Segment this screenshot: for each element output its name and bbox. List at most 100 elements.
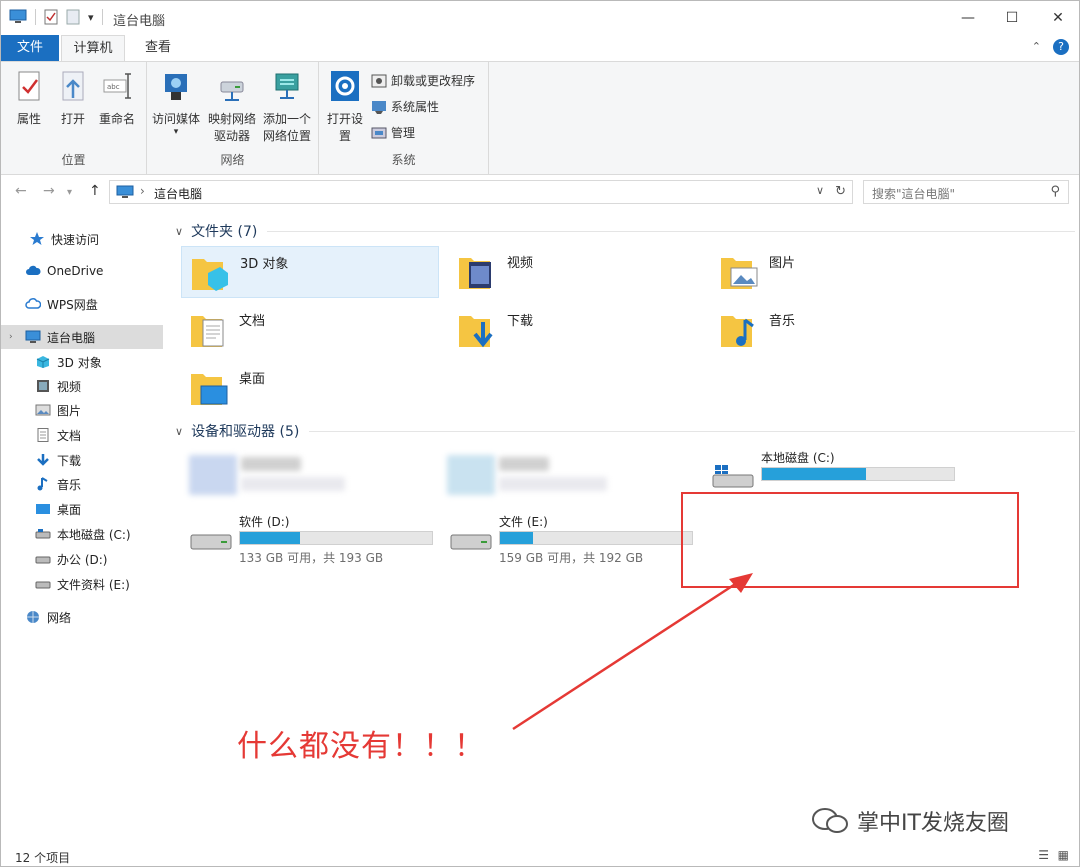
system-drive-icon (712, 465, 754, 488)
collapse-chevron-icon[interactable]: ∨ (175, 425, 183, 438)
folder-music-icon (721, 316, 754, 347)
sidebar-item-label: 3D 对象 (57, 355, 102, 370)
star-icon (30, 232, 44, 245)
access-media-button[interactable]: 访问媒体 ▾ (149, 70, 203, 137)
search-placeholder: 搜索"這台电腦" (872, 187, 956, 201)
breadcrumb-chevron-icon[interactable]: › (140, 184, 145, 198)
up-button[interactable]: ↑ (89, 183, 101, 199)
help-icon[interactable]: ? (1053, 39, 1069, 55)
tab-view[interactable]: 查看 (131, 35, 185, 61)
item-count: 12 个项目 (15, 851, 71, 865)
tab-file[interactable]: 文件 (1, 35, 59, 61)
drive-space-text: 133 GB 可用，共 193 GB (239, 551, 384, 565)
cube-icon (36, 356, 50, 368)
sidebar-item-quick-access[interactable]: 快速访问 (1, 227, 163, 251)
obscured-device-label (241, 457, 301, 471)
folder-downloads[interactable]: 下载 (449, 304, 707, 356)
computer-icon (9, 9, 27, 23)
rename-button[interactable]: abc 重命名 (95, 70, 139, 128)
search-input[interactable]: 搜索"這台电腦" ⚲ (863, 180, 1069, 204)
refresh-icon[interactable]: ↻ (835, 184, 846, 199)
network-drive-icon (220, 81, 244, 101)
folder-music[interactable]: 音乐 (711, 304, 969, 356)
watermark-text: 掌中IT发烧友圈 (857, 811, 1009, 836)
open-settings-button[interactable]: 打开设置 (325, 70, 365, 145)
tab-computer[interactable]: 计算机 (61, 35, 125, 62)
ribbon-group-label: 网络 (220, 153, 245, 167)
wps-cloud-icon (25, 298, 41, 309)
sidebar-item-downloads[interactable]: 下载 (1, 448, 163, 472)
map-drive-button[interactable]: 映射网络驱动器 (205, 70, 259, 145)
collapse-chevron-icon[interactable]: ∨ (175, 225, 183, 238)
sidebar-item-videos[interactable]: 视频 (1, 374, 163, 398)
computer-icon (25, 330, 41, 343)
system-properties-icon (372, 100, 386, 114)
address-row: ← → ▾ ↑ › 這台电腦 ∨ ↻ 搜索"這台电腦" ⚲ (1, 175, 1079, 209)
sidebar-item-this-pc[interactable]: › 這台电腦 (1, 325, 163, 349)
details-view-icon[interactable]: ☰ (1038, 848, 1049, 862)
add-network-location-button[interactable]: 添加一个网络位置 (259, 70, 315, 145)
address-dropdown-icon[interactable]: ∨ (816, 184, 824, 197)
folder-3d-objects[interactable]: 3D 对象 (181, 246, 439, 298)
quick-access-dropdown[interactable]: ▾ (88, 11, 94, 24)
obscured-device-bar (499, 477, 607, 491)
title-bar: ▾ 這台电腦 — ☐ ✕ (1, 1, 1079, 35)
sidebar-item-wps-cloud[interactable]: WPS网盘 (1, 292, 163, 316)
rename-icon: abc (103, 73, 131, 99)
drive-icon (35, 581, 51, 589)
recent-locations-button[interactable]: ▾ (67, 187, 72, 198)
sidebar-item-drive-d[interactable]: 办公 (D:) (1, 547, 163, 571)
large-icons-view-icon[interactable]: ▦ (1058, 848, 1069, 862)
drive-d[interactable]: 软件 (D:) 133 GB 可用，共 193 GB (185, 511, 445, 567)
collapse-ribbon-icon[interactable]: ⌃ (1032, 39, 1041, 55)
folders-section-header[interactable]: ∨ 文件夹 (7) (175, 221, 1075, 241)
properties-button[interactable]: 属性 (9, 70, 49, 128)
folder-label: 视频 (507, 256, 534, 271)
forward-button[interactable]: → (43, 183, 55, 199)
sidebar-item-drive-e[interactable]: 文件资料 (E:) (1, 572, 163, 596)
folder-pictures[interactable]: 图片 (711, 246, 969, 298)
open-button[interactable]: 打开 (53, 70, 93, 128)
sidebar-item-music[interactable]: 音乐 (1, 472, 163, 496)
address-bar[interactable]: › 這台电腦 ∨ ↻ (109, 180, 853, 204)
sidebar-item-label: 办公 (D:) (57, 552, 108, 567)
drive-label: 文件 (E:) (499, 515, 548, 529)
divider (35, 9, 36, 25)
folder-videos[interactable]: 视频 (449, 246, 707, 298)
download-icon (37, 454, 49, 466)
folder-desktop[interactable]: 桌面 (181, 362, 439, 414)
manage-button[interactable]: 管理 (371, 124, 415, 141)
maximize-button[interactable]: ☐ (1001, 7, 1023, 29)
sidebar-item-desktop[interactable]: 桌面 (1, 497, 163, 521)
folder-label: 桌面 (239, 372, 266, 387)
access-media-label: 访问媒体 (151, 112, 200, 126)
sidebar-item-network[interactable]: 网络 (1, 605, 163, 629)
folder-documents[interactable]: 文档 (181, 304, 439, 356)
drives-section-header[interactable]: ∨ 设备和驱动器 (5) (175, 421, 1075, 441)
divider (267, 230, 1075, 232)
close-button[interactable]: ✕ (1047, 7, 1069, 29)
minimize-button[interactable]: — (957, 7, 979, 29)
sidebar-item-3d-objects[interactable]: 3D 对象 (1, 350, 163, 374)
expand-chevron-icon[interactable]: › (9, 332, 13, 342)
ribbon-group-label: 系统 (391, 153, 416, 167)
sidebar-item-pictures[interactable]: 图片 (1, 398, 163, 422)
new-folder-icon[interactable] (66, 9, 80, 25)
annotation-note: 什么都没有！！！ (237, 729, 485, 764)
system-properties-button[interactable]: 系统属性 (371, 98, 439, 115)
drive-e[interactable]: 文件 (E:) 159 GB 可用，共 192 GB (445, 511, 705, 567)
sidebar-item-drive-c[interactable]: 本地磁盘 (C:) (1, 522, 163, 546)
media-icon (165, 74, 187, 100)
back-button[interactable]: ← (15, 183, 27, 199)
folder-label: 下载 (507, 314, 534, 329)
map-drive-label: 映射网络驱动器 (207, 112, 256, 143)
sidebar-item-onedrive[interactable]: OneDrive (1, 259, 163, 283)
section-title: 文件夹 (7) (191, 224, 258, 240)
properties-icon[interactable] (44, 9, 58, 25)
drive-label: 本地磁盘 (C:) (761, 451, 835, 465)
network-location-icon (275, 73, 299, 99)
obscured-device-label (499, 457, 549, 471)
breadcrumb[interactable]: 這台电腦 (154, 185, 202, 202)
uninstall-program-button[interactable]: 卸载或更改程序 (371, 72, 475, 89)
sidebar-item-documents[interactable]: 文档 (1, 423, 163, 447)
